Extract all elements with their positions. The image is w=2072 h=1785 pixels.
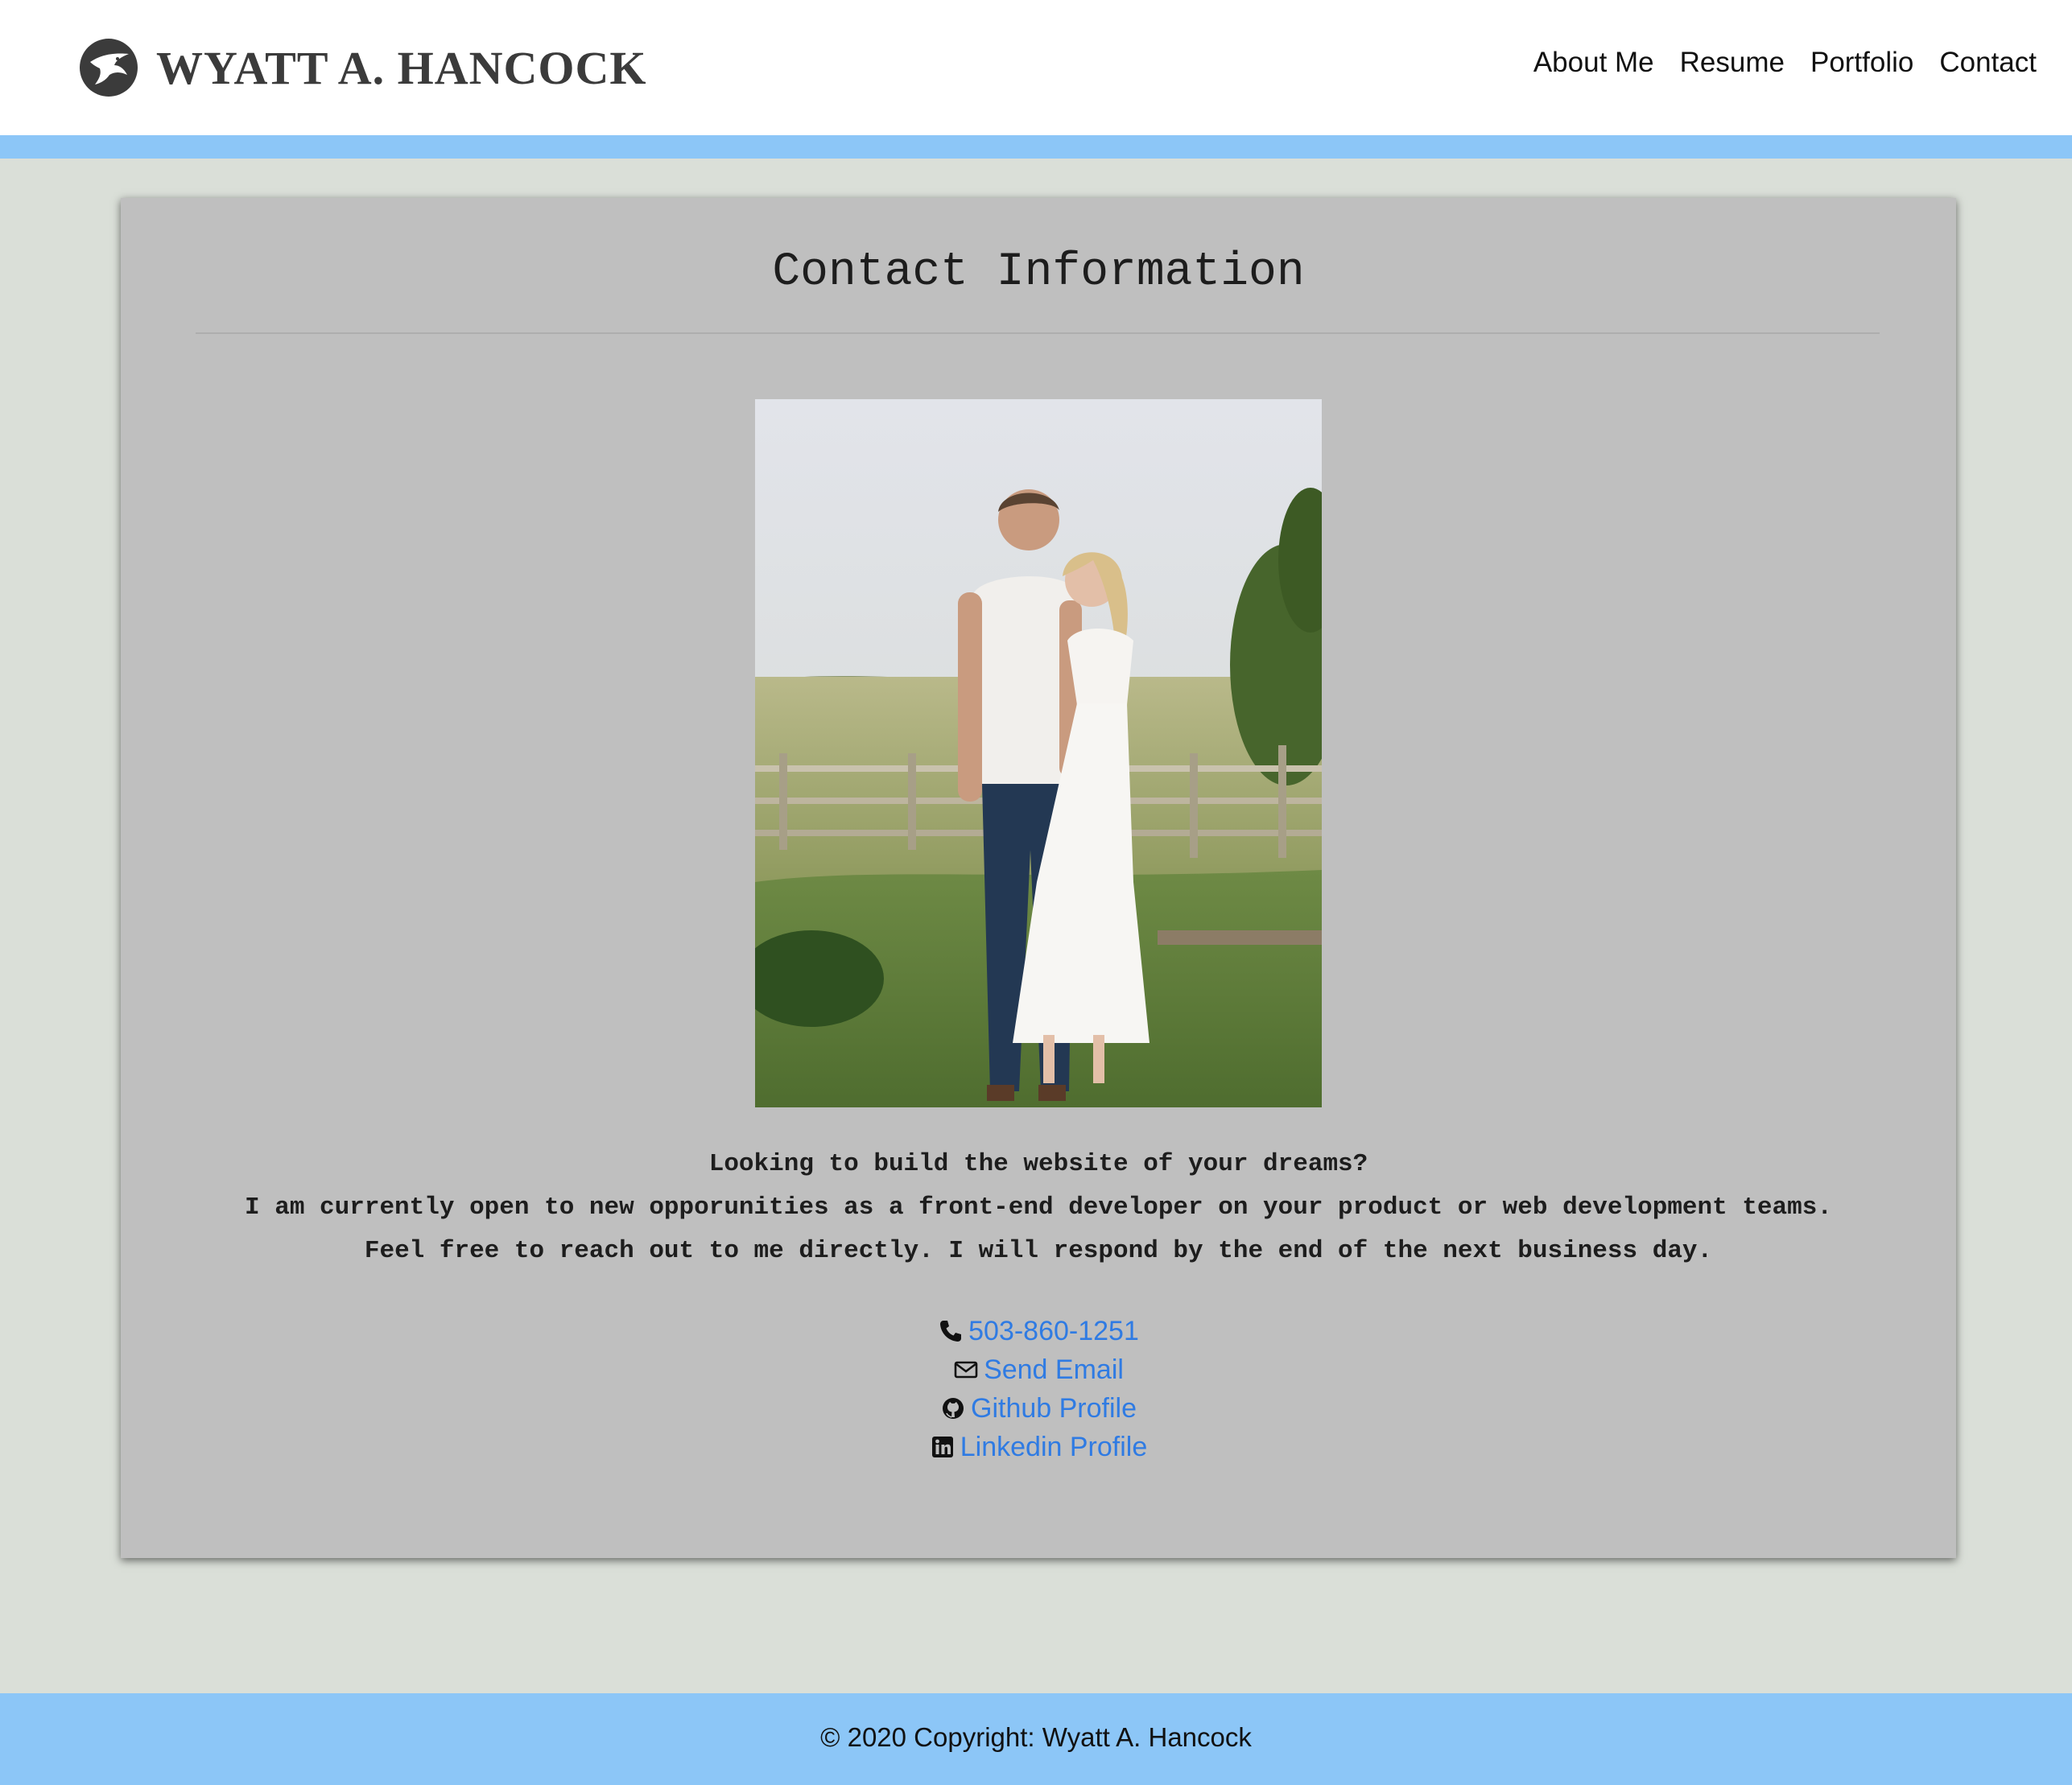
phone-row: 503-860-1251 (121, 1312, 1956, 1350)
linkedin-row: Linkedin Profile (121, 1428, 1956, 1466)
phone-link[interactable]: 503-860-1251 (968, 1312, 1139, 1350)
github-link[interactable]: Github Profile (971, 1389, 1137, 1428)
nav-contact[interactable]: Contact (1939, 47, 2037, 79)
github-icon (943, 1398, 964, 1419)
linkedin-link[interactable]: Linkedin Profile (960, 1428, 1147, 1466)
title-divider (196, 332, 1880, 334)
main-nav: About Me Resume Portfolio Contact (1533, 47, 2037, 79)
couple-photo (755, 399, 1322, 1107)
linkedin-icon (931, 1437, 953, 1457)
blurb-line-1: Looking to build the website of your dre… (708, 1150, 1368, 1178)
contact-links: 503-860-1251 Send Email Github Profile L… (121, 1312, 1956, 1466)
github-row: Github Profile (121, 1389, 1956, 1428)
contact-blurb: Looking to build the website of your dre… (121, 1143, 1956, 1273)
site-footer: © 2020 Copyright: Wyatt A. Hancock (0, 1693, 2072, 1785)
page-title: Contact Information (772, 246, 1305, 299)
site-title: WYATT A. HANCOCK (156, 41, 647, 94)
phone-icon (940, 1321, 962, 1342)
nav-resume[interactable]: Resume (1680, 47, 1785, 79)
footer-copyright: © 2020 Copyright: Wyatt A. Hancock (820, 1722, 1252, 1752)
nav-about-me[interactable]: About Me (1533, 47, 1654, 79)
hawk-logo-icon (80, 39, 138, 97)
contact-card: Contact Information Looking to build the… (121, 198, 1956, 1558)
header-accent-stripe (0, 135, 2072, 159)
site-header: WYATT A. HANCOCK About Me Resume Portfol… (0, 0, 2072, 135)
envelope-icon (954, 1361, 978, 1379)
email-link[interactable]: Send Email (984, 1350, 1124, 1389)
brand[interactable]: WYATT A. HANCOCK (79, 37, 647, 98)
blurb-line-2: I am currently open to new opporunities … (245, 1193, 1832, 1222)
blurb-line-3: Feel free to reach out to me directly. I… (364, 1237, 1713, 1265)
nav-portfolio[interactable]: Portfolio (1810, 47, 1913, 79)
email-row: Send Email (121, 1350, 1956, 1389)
